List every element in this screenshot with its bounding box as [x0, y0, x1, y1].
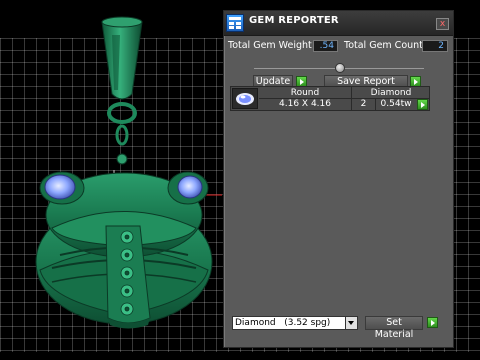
panel-title: GEM REPORTER [249, 15, 339, 26]
set-material-go-icon[interactable] [427, 317, 438, 328]
gem-table: Round Diamond 4.16 X 4.16 2 0.54tw [230, 86, 430, 111]
total-gem-weight-value: .54 [313, 40, 338, 52]
total-gem-weight-label: Total Gem Weight [228, 40, 312, 51]
panel-titlebar[interactable]: GEM REPORTER x [224, 11, 453, 36]
report-area [230, 112, 446, 308]
material-select[interactable]: Diamond (3.52 spg) [232, 316, 358, 330]
row-go-icon[interactable] [417, 99, 428, 110]
table-header-material: Diamond [370, 88, 412, 98]
material-select-value: Diamond (3.52 spg) [235, 318, 331, 328]
table-header-shape: Round [290, 88, 320, 98]
jump-rings [107, 102, 137, 165]
set-material-button[interactable]: Set Material [365, 316, 423, 340]
close-icon[interactable]: x [436, 18, 449, 30]
right-eye [167, 171, 209, 205]
total-gem-count-label: Total Gem Count [344, 40, 423, 51]
gem-reporter-panel: GEM REPORTER x Total Gem Weight .54 Tota… [223, 10, 454, 348]
table-cell-weight: 0.54tw [380, 99, 412, 109]
table-cell-size: 4.16 X 4.16 [279, 99, 331, 109]
total-gem-count-value: 2 [422, 40, 448, 52]
chevron-down-icon[interactable] [345, 317, 357, 329]
slider-knob[interactable] [335, 63, 345, 73]
table-cell-count: 2 [360, 99, 367, 109]
gem-reporter-icon [226, 14, 244, 32]
round-gem-icon[interactable] [232, 88, 258, 109]
left-eye [39, 171, 85, 205]
bail [101, 16, 143, 100]
